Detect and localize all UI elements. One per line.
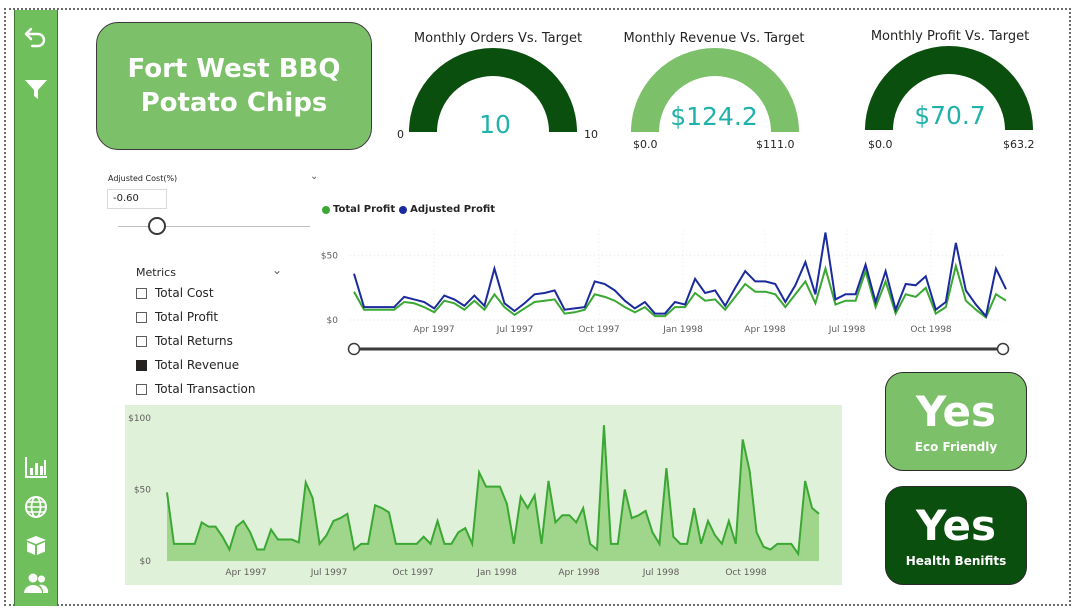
x-tick-label: Oct 1998 — [725, 568, 767, 578]
gauge-value-orders: 10 — [479, 110, 511, 139]
adjusted-cost-slider-thumb[interactable] — [148, 217, 166, 235]
gauge-value-profit: $70.7 — [914, 101, 986, 130]
metric-item-total-profit[interactable]: Total Profit — [136, 308, 218, 326]
y-tick-label: $100 — [128, 414, 151, 424]
checkbox[interactable] — [136, 311, 147, 323]
x-tick-label: Apr 1997 — [413, 325, 454, 335]
checkbox[interactable] — [136, 335, 147, 347]
chevron-down-icon[interactable]: ⌄ — [272, 263, 282, 277]
gauge-min-profit: $0.0 — [868, 138, 893, 151]
legend-item-total-profit[interactable]: Total Profit — [322, 204, 395, 215]
nav-sidebar — [14, 10, 58, 606]
y-tick-label: $50 — [134, 486, 151, 496]
x-tick-label: Jul 1997 — [496, 325, 534, 335]
metric-item-total-returns[interactable]: Total Returns — [136, 332, 233, 350]
gauge-max-profit: $63.2 — [1003, 138, 1035, 151]
chevron-down-icon[interactable]: ⌄ — [310, 171, 318, 182]
date-range-end-handle — [996, 342, 1010, 356]
globe-icon[interactable] — [23, 494, 49, 520]
gauge-title-orders: Monthly Orders Vs. Target — [413, 31, 583, 46]
metric-label: Total Cost — [155, 286, 214, 300]
adjusted-cost-label: Adjusted Cost(%) — [108, 174, 178, 183]
back-arrow-icon[interactable] — [23, 24, 49, 50]
legend-dot — [399, 205, 408, 214]
x-tick-label: Apr 1998 — [744, 325, 786, 335]
box-icon[interactable] — [23, 532, 49, 558]
metric-label: Total Transaction — [155, 382, 256, 396]
eco-friendly-value: Yes — [915, 386, 997, 436]
gauge-title-profit: Monthly Profit Vs. Target — [870, 29, 1030, 44]
date-range-start-handle — [347, 342, 361, 356]
title-card: Fort West BBQ Potato Chips — [96, 22, 372, 150]
y-tick-label: $0 — [327, 316, 339, 326]
profit-line-chart[interactable]: $0 $50 Apr 1997 Jul 1997 Oct 1997 Jan 1998 Apr… — [316, 220, 1016, 360]
bar-chart-icon[interactable] — [23, 454, 49, 480]
series-line-total-profit — [353, 262, 1007, 320]
x-tick-label: Oct 1998 — [910, 325, 952, 335]
eco-friendly-label: Eco Friendly — [914, 439, 998, 454]
metric-label: Total Profit — [155, 310, 219, 324]
revenue-area-chart[interactable]: $0 $50 $100 Apr 1997 Jul 1997 Oct 1997 Jan 199… — [125, 405, 842, 585]
x-tick-label: Oct 1997 — [578, 325, 619, 335]
health-benefits-label: Health Benifits — [905, 553, 1007, 568]
health-benefits-value: Yes — [915, 500, 997, 550]
checkbox[interactable] — [136, 383, 147, 395]
gauge-max-revenue: $111.0 — [756, 138, 795, 151]
gauge-title-revenue: Monthly Revenue Vs. Target — [623, 31, 805, 46]
x-tick-label: Jan 1998 — [476, 568, 517, 578]
x-tick-label: Oct 1997 — [392, 568, 433, 578]
eco-friendly-card: Yes Eco Friendly — [885, 372, 1027, 471]
metric-label: Total Revenue — [155, 358, 240, 372]
checkbox-checked[interactable] — [136, 359, 147, 371]
x-tick-label: Jul 1998 — [828, 325, 866, 335]
legend-dot — [322, 205, 330, 214]
adjusted-cost-input[interactable]: -0.60 — [107, 189, 167, 209]
x-tick-label: Jan 1998 — [662, 325, 703, 335]
users-icon[interactable] — [23, 570, 49, 596]
y-tick-label: $0 — [140, 557, 152, 567]
x-tick-label: Jul 1997 — [310, 568, 348, 578]
revenue-area-fill — [167, 425, 819, 561]
y-tick-label: $50 — [321, 252, 338, 262]
metric-label: Total Returns — [155, 334, 233, 348]
x-tick-label: Jul 1998 — [642, 568, 680, 578]
metric-item-total-revenue[interactable]: Total Revenue — [136, 356, 239, 374]
health-benefits-card: Yes Health Benifits — [885, 486, 1027, 585]
legend-item-adjusted-profit[interactable]: Adjusted Profit — [399, 204, 495, 215]
line-chart-legend: Total Profit Adjusted Profit — [322, 204, 499, 215]
metric-item-total-transaction[interactable]: Total Transaction — [136, 380, 256, 398]
dashboard-title: Fort West BBQ Potato Chips — [127, 54, 341, 118]
legend-label: Total Profit — [333, 204, 396, 215]
gauge-min-revenue: $0.0 — [633, 138, 658, 151]
metric-item-total-cost[interactable]: Total Cost — [136, 284, 214, 302]
adjusted-cost-slider-track[interactable] — [118, 226, 310, 227]
gauge-min-orders: 0 — [397, 128, 404, 141]
metrics-title: Metrics — [136, 266, 176, 279]
gauge-value-revenue: $124.2 — [670, 102, 758, 131]
x-tick-label: Apr 1998 — [558, 568, 600, 578]
filter-icon[interactable] — [23, 76, 49, 102]
checkbox[interactable] — [136, 287, 147, 299]
legend-label: Adjusted Profit — [410, 204, 496, 215]
x-tick-label: Apr 1997 — [225, 568, 266, 578]
gauge-max-orders: 10 — [584, 128, 598, 141]
